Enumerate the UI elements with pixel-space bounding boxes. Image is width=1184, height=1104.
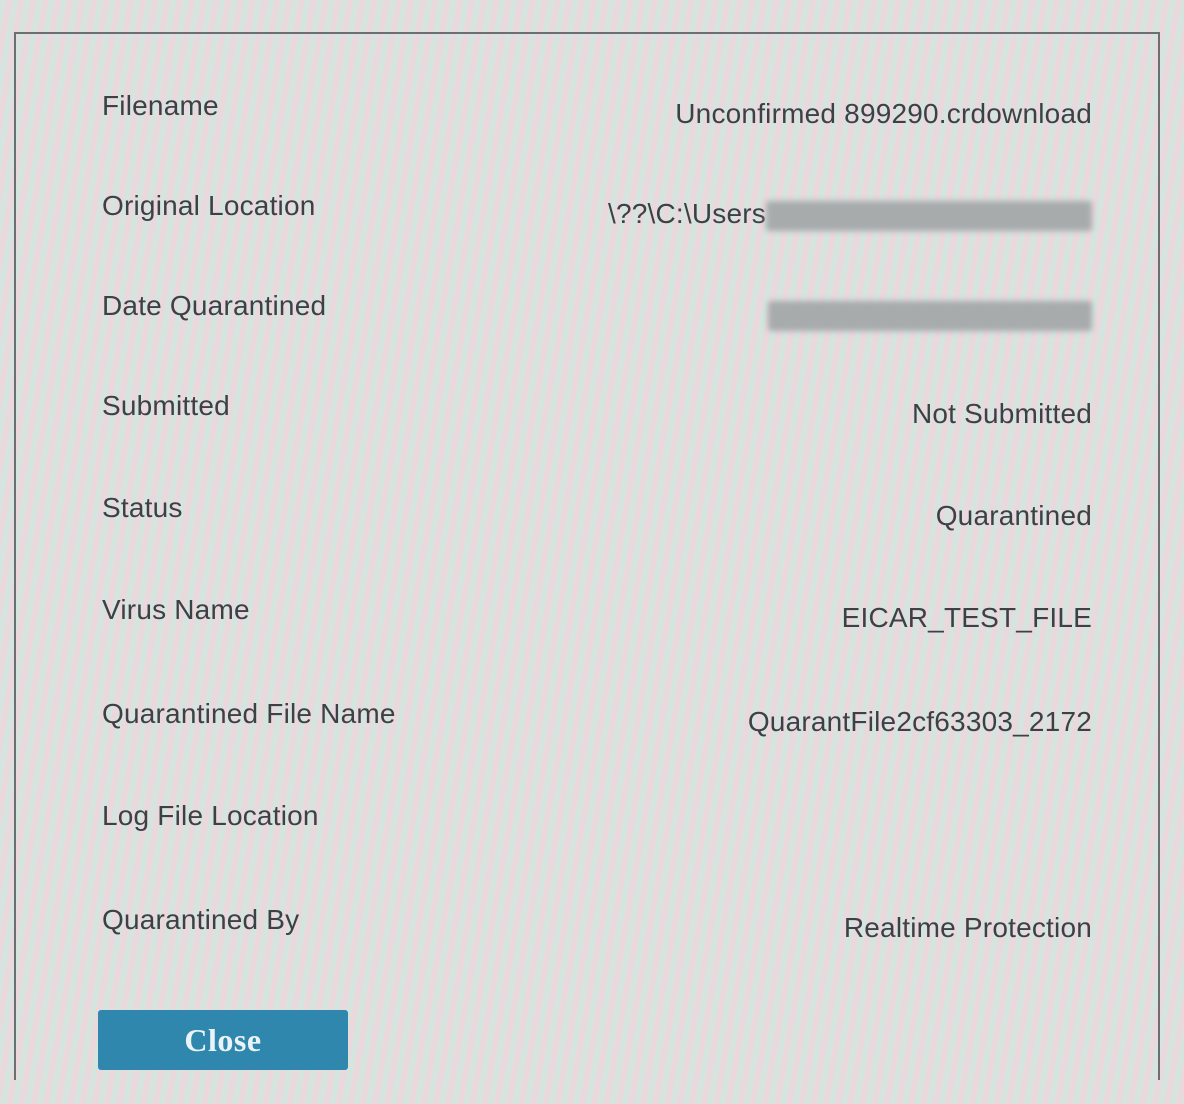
quarantine-details-dialog: Filename Unconfirmed 899290.crdownload O… <box>14 32 1160 1080</box>
field-row-date-quarantined: Date Quarantined <box>16 290 1158 331</box>
original-location-value-wrap: \??\C:\Users <box>608 198 1092 231</box>
quarantined-file-name-value: QuarantFile2cf63303_2172 <box>747 706 1092 737</box>
virus-name-label: Virus Name <box>102 594 250 625</box>
submitted-value: Not Submitted <box>911 398 1092 429</box>
quarantined-file-name-label: Quarantined File Name <box>102 698 396 729</box>
original-location-value: \??\C:\Users <box>608 198 766 229</box>
screen: Filename Unconfirmed 899290.crdownload O… <box>0 0 1184 1104</box>
field-row-filename: Filename Unconfirmed 899290.crdownload <box>16 90 1158 130</box>
original-location-label: Original Location <box>102 190 316 221</box>
submitted-label: Submitted <box>102 390 230 421</box>
field-row-status: Status Quarantined <box>16 492 1158 532</box>
date-quarantined-value-wrap <box>768 298 1092 331</box>
status-value: Quarantined <box>935 500 1092 531</box>
field-row-virus-name: Virus Name EICAR_TEST_FILE <box>16 594 1158 634</box>
field-row-quarantined-by: Quarantined By Realtime Protection <box>16 904 1158 944</box>
status-label: Status <box>102 492 183 523</box>
field-row-quarantined-file-name: Quarantined File Name QuarantFile2cf6330… <box>16 698 1158 738</box>
quarantined-by-value: Realtime Protection <box>843 912 1092 943</box>
close-button[interactable]: Close <box>98 1010 348 1070</box>
field-row-submitted: Submitted Not Submitted <box>16 390 1158 430</box>
quarantined-by-label: Quarantined By <box>102 904 300 935</box>
date-quarantined-label: Date Quarantined <box>102 290 327 321</box>
redacted-path-blur <box>766 200 1092 231</box>
log-file-location-label: Log File Location <box>102 800 319 831</box>
redacted-date-blur <box>768 300 1092 331</box>
filename-label: Filename <box>102 90 219 121</box>
field-row-log-file-location: Log File Location <box>16 800 1158 840</box>
virus-name-value: EICAR_TEST_FILE <box>841 602 1092 633</box>
filename-value: Unconfirmed 899290.crdownload <box>675 98 1092 129</box>
field-row-original-location: Original Location \??\C:\Users <box>16 190 1158 231</box>
